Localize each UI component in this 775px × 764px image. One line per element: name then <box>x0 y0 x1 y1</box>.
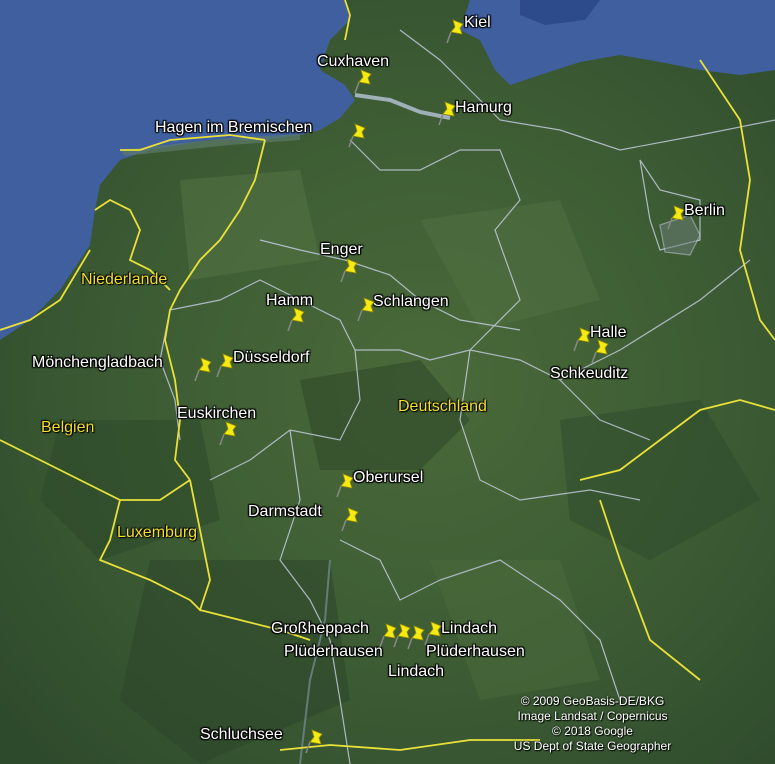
map-view[interactable]: Niederlande Belgien Deutschland Luxembur… <box>0 0 775 764</box>
place-label-pluederhausen-west: Plüderhausen <box>284 643 383 660</box>
place-label-berlin: Berlin <box>684 202 725 219</box>
pushpin-icon[interactable] <box>304 728 326 754</box>
pushpin-icon[interactable] <box>437 100 459 126</box>
satellite-basemap <box>0 0 775 764</box>
pushpin-icon[interactable] <box>218 420 240 446</box>
pushpin-icon[interactable] <box>666 204 688 230</box>
place-label-kiel: Kiel <box>464 14 491 31</box>
pushpin-icon[interactable] <box>286 306 308 332</box>
place-label-grossheppach: Großheppach <box>271 620 369 637</box>
attribution-line: © 2018 Google <box>552 724 633 738</box>
place-label-lindach-south: Lindach <box>388 663 445 680</box>
pushpin-icon[interactable] <box>335 472 357 498</box>
country-label-luxemburg: Luxemburg <box>117 524 198 541</box>
pushpin-icon[interactable] <box>353 68 375 94</box>
place-label-schluchsee: Schluchsee <box>200 726 283 743</box>
country-label-niederlande: Niederlande <box>81 271 168 288</box>
place-label-hagen-im-bremischen: Hagen im Bremischen <box>155 119 313 136</box>
place-label-euskirchen: Euskirchen <box>177 405 257 422</box>
place-label-schkeuditz: Schkeuditz <box>550 365 629 382</box>
country-label-deutschland: Deutschland <box>398 398 487 415</box>
attribution-line: Image Landsat / Copernicus <box>517 709 668 723</box>
pushpin-icon[interactable] <box>215 352 237 378</box>
attribution-line: © 2009 GeoBasis-DE/BKG <box>520 694 665 708</box>
place-label-oberursel: Oberursel <box>353 469 424 486</box>
pushpin-icon[interactable] <box>339 257 361 283</box>
place-label-lindach-north: Lindach <box>441 620 498 637</box>
pushpin-icon[interactable] <box>445 18 467 44</box>
pushpin-icon[interactable] <box>193 356 215 382</box>
place-label-moenchengladbach: Mönchengladbach <box>32 354 163 371</box>
place-label-darmstadt: Darmstadt <box>248 503 322 520</box>
place-label-schlangen: Schlangen <box>373 293 449 310</box>
pushpin-icon[interactable] <box>340 506 362 532</box>
attribution-line: US Dept of State Geographer <box>513 739 672 753</box>
pushpin-icon[interactable] <box>356 296 378 322</box>
country-label-belgien: Belgien <box>41 419 95 436</box>
pushpin-icon[interactable] <box>347 122 369 148</box>
place-label-duesseldorf: Düsseldorf <box>233 349 310 366</box>
pushpin-icon[interactable] <box>590 338 612 364</box>
pushpin-icon[interactable] <box>423 620 445 646</box>
place-label-hamurg: Hamurg <box>455 99 512 116</box>
map-attribution: © 2009 GeoBasis-DE/BKG Image Landsat / C… <box>500 694 685 754</box>
